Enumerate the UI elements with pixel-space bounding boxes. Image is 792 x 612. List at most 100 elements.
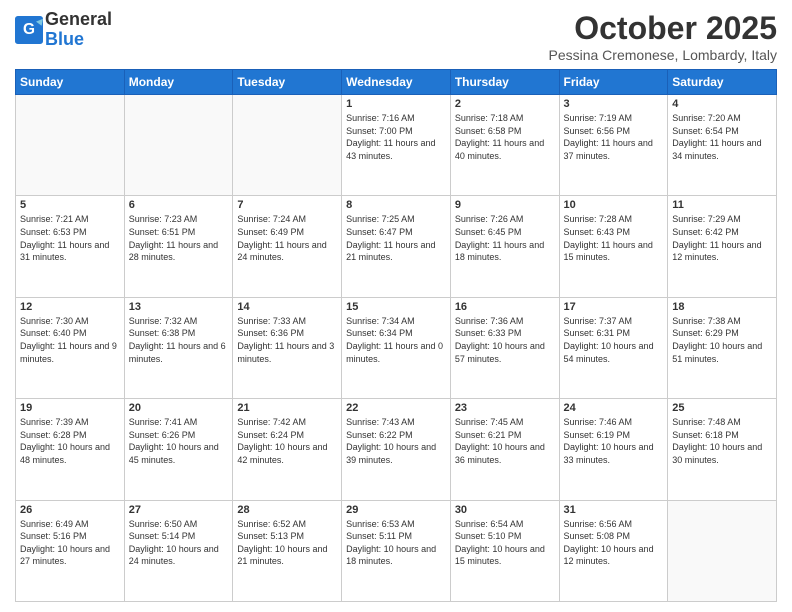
- header: G General Blue October 2025 Pessina Crem…: [15, 10, 777, 63]
- day-number: 25: [672, 402, 772, 414]
- day-info: Sunrise: 7:25 AM Sunset: 6:47 PM Dayligh…: [346, 213, 446, 263]
- day-info: Sunrise: 7:30 AM Sunset: 6:40 PM Dayligh…: [20, 315, 120, 365]
- day-info: Sunrise: 7:18 AM Sunset: 6:58 PM Dayligh…: [455, 112, 555, 162]
- logo-text: General Blue: [45, 10, 112, 50]
- calendar-cell-w1-d7: 4 Sunrise: 7:20 AM Sunset: 6:54 PM Daylig…: [668, 95, 777, 196]
- calendar-cell-w3-d7: 18 Sunrise: 7:38 AM Sunset: 6:29 PM Dayli…: [668, 297, 777, 398]
- day-number: 30: [455, 504, 555, 516]
- day-info: Sunrise: 7:32 AM Sunset: 6:38 PM Dayligh…: [129, 315, 229, 365]
- day-number: 16: [455, 301, 555, 313]
- calendar-cell-w5-d3: 28 Sunrise: 6:52 AM Sunset: 5:13 PM Dayli…: [233, 500, 342, 601]
- calendar-cell-w5-d1: 26Sunrise: 6:49 AM Sunset: 5:16 PM Dayli…: [16, 500, 125, 601]
- day-number: 1: [346, 98, 446, 110]
- day-info: Sunrise: 6:49 AM Sunset: 5:16 PM Dayligh…: [20, 518, 120, 568]
- calendar-cell-w1-d4: 1 Sunrise: 7:16 AM Sunset: 7:00 PM Daylig…: [342, 95, 451, 196]
- day-info: Sunrise: 7:23 AM Sunset: 6:51 PM Dayligh…: [129, 213, 229, 263]
- day-info: Sunrise: 7:34 AM Sunset: 6:34 PM Dayligh…: [346, 315, 446, 365]
- calendar-table: Sunday Monday Tuesday Wednesday Thursday…: [15, 69, 777, 602]
- day-number: 7: [237, 199, 337, 211]
- day-number: 12: [20, 301, 120, 313]
- day-number: 9: [455, 199, 555, 211]
- day-info: Sunrise: 7:36 AM Sunset: 6:33 PM Dayligh…: [455, 315, 555, 365]
- col-sunday: Sunday: [16, 70, 125, 95]
- day-info: Sunrise: 6:52 AM Sunset: 5:13 PM Dayligh…: [237, 518, 337, 568]
- day-info: Sunrise: 7:20 AM Sunset: 6:54 PM Dayligh…: [672, 112, 772, 162]
- col-thursday: Thursday: [450, 70, 559, 95]
- calendar-cell-w2-d5: 9 Sunrise: 7:26 AM Sunset: 6:45 PM Daylig…: [450, 196, 559, 297]
- day-number: 6: [129, 199, 229, 211]
- logo: G General Blue: [15, 10, 112, 50]
- calendar-cell-w5-d7: [668, 500, 777, 601]
- day-info: Sunrise: 7:41 AM Sunset: 6:26 PM Dayligh…: [129, 416, 229, 466]
- calendar-cell-w2-d1: 5 Sunrise: 7:21 AM Sunset: 6:53 PM Daylig…: [16, 196, 125, 297]
- week-row-1: 1 Sunrise: 7:16 AM Sunset: 7:00 PM Daylig…: [16, 95, 777, 196]
- day-info: Sunrise: 7:43 AM Sunset: 6:22 PM Dayligh…: [346, 416, 446, 466]
- col-monday: Monday: [124, 70, 233, 95]
- calendar-cell-w1-d1: [16, 95, 125, 196]
- calendar-cell-w4-d4: 22 Sunrise: 7:43 AM Sunset: 6:22 PM Dayli…: [342, 399, 451, 500]
- logo-general-text: General: [45, 9, 112, 29]
- week-row-2: 5 Sunrise: 7:21 AM Sunset: 6:53 PM Daylig…: [16, 196, 777, 297]
- day-number: 2: [455, 98, 555, 110]
- day-number: 14: [237, 301, 337, 313]
- day-number: 20: [129, 402, 229, 414]
- calendar-cell-w4-d6: 24 Sunrise: 7:46 AM Sunset: 6:19 PM Dayli…: [559, 399, 668, 500]
- calendar-cell-w5-d2: 27Sunrise: 6:50 AM Sunset: 5:14 PM Dayli…: [124, 500, 233, 601]
- col-wednesday: Wednesday: [342, 70, 451, 95]
- title-area: October 2025 Pessina Cremonese, Lombardy…: [548, 10, 777, 63]
- day-number: 28: [237, 504, 337, 516]
- calendar-cell-w2-d6: 10 Sunrise: 7:28 AM Sunset: 6:43 PM Dayli…: [559, 196, 668, 297]
- day-number: 3: [564, 98, 664, 110]
- day-info: Sunrise: 7:42 AM Sunset: 6:24 PM Dayligh…: [237, 416, 337, 466]
- day-number: 29: [346, 504, 446, 516]
- day-number: 4: [672, 98, 772, 110]
- calendar-cell-w2-d2: 6 Sunrise: 7:23 AM Sunset: 6:51 PM Daylig…: [124, 196, 233, 297]
- calendar-cell-w1-d6: 3Sunrise: 7:19 AM Sunset: 6:56 PM Daylig…: [559, 95, 668, 196]
- day-number: 31: [564, 504, 664, 516]
- day-number: 19: [20, 402, 120, 414]
- calendar-cell-w5-d5: 30 Sunrise: 6:54 AM Sunset: 5:10 PM Dayli…: [450, 500, 559, 601]
- day-number: 5: [20, 199, 120, 211]
- calendar-cell-w3-d2: 13Sunrise: 7:32 AM Sunset: 6:38 PM Dayli…: [124, 297, 233, 398]
- day-info: Sunrise: 7:26 AM Sunset: 6:45 PM Dayligh…: [455, 213, 555, 263]
- calendar-cell-w3-d3: 14 Sunrise: 7:33 AM Sunset: 6:36 PM Dayli…: [233, 297, 342, 398]
- calendar-cell-w1-d3: [233, 95, 342, 196]
- calendar-cell-w3-d4: 15 Sunrise: 7:34 AM Sunset: 6:34 PM Dayli…: [342, 297, 451, 398]
- day-info: Sunrise: 7:33 AM Sunset: 6:36 PM Dayligh…: [237, 315, 337, 365]
- calendar-cell-w4-d5: 23 Sunrise: 7:45 AM Sunset: 6:21 PM Dayli…: [450, 399, 559, 500]
- day-info: Sunrise: 7:37 AM Sunset: 6:31 PM Dayligh…: [564, 315, 664, 365]
- day-info: Sunrise: 6:56 AM Sunset: 5:08 PM Dayligh…: [564, 518, 664, 568]
- day-info: Sunrise: 7:45 AM Sunset: 6:21 PM Dayligh…: [455, 416, 555, 466]
- day-info: Sunrise: 7:28 AM Sunset: 6:43 PM Dayligh…: [564, 213, 664, 263]
- calendar-cell-w4-d3: 21 Sunrise: 7:42 AM Sunset: 6:24 PM Dayli…: [233, 399, 342, 500]
- location: Pessina Cremonese, Lombardy, Italy: [548, 47, 777, 63]
- day-info: Sunrise: 7:16 AM Sunset: 7:00 PM Dayligh…: [346, 112, 446, 162]
- calendar-cell-w5-d6: 31 Sunrise: 6:56 AM Sunset: 5:08 PM Dayli…: [559, 500, 668, 601]
- day-number: 15: [346, 301, 446, 313]
- day-number: 23: [455, 402, 555, 414]
- day-number: 11: [672, 199, 772, 211]
- calendar-cell-w4-d2: 20 Sunrise: 7:41 AM Sunset: 6:26 PM Dayli…: [124, 399, 233, 500]
- day-info: Sunrise: 7:38 AM Sunset: 6:29 PM Dayligh…: [672, 315, 772, 365]
- day-number: 24: [564, 402, 664, 414]
- generalblue-logo-icon: G: [15, 16, 43, 44]
- day-number: 21: [237, 402, 337, 414]
- col-tuesday: Tuesday: [233, 70, 342, 95]
- day-info: Sunrise: 7:24 AM Sunset: 6:49 PM Dayligh…: [237, 213, 337, 263]
- day-number: 17: [564, 301, 664, 313]
- calendar-cell-w3-d5: 16 Sunrise: 7:36 AM Sunset: 6:33 PM Dayli…: [450, 297, 559, 398]
- day-number: 18: [672, 301, 772, 313]
- day-number: 27: [129, 504, 229, 516]
- day-info: Sunrise: 7:46 AM Sunset: 6:19 PM Dayligh…: [564, 416, 664, 466]
- calendar-cell-w1-d2: [124, 95, 233, 196]
- calendar-cell-w5-d4: 29Sunrise: 6:53 AM Sunset: 5:11 PM Dayli…: [342, 500, 451, 601]
- day-info: Sunrise: 7:21 AM Sunset: 6:53 PM Dayligh…: [20, 213, 120, 263]
- day-number: 22: [346, 402, 446, 414]
- calendar-cell-w2-d7: 11Sunrise: 7:29 AM Sunset: 6:42 PM Dayli…: [668, 196, 777, 297]
- day-info: Sunrise: 6:54 AM Sunset: 5:10 PM Dayligh…: [455, 518, 555, 568]
- calendar-header-row: Sunday Monday Tuesday Wednesday Thursday…: [16, 70, 777, 95]
- calendar-cell-w2-d4: 8Sunrise: 7:25 AM Sunset: 6:47 PM Daylig…: [342, 196, 451, 297]
- day-info: Sunrise: 7:48 AM Sunset: 6:18 PM Dayligh…: [672, 416, 772, 466]
- day-number: 10: [564, 199, 664, 211]
- calendar-cell-w1-d5: 2 Sunrise: 7:18 AM Sunset: 6:58 PM Daylig…: [450, 95, 559, 196]
